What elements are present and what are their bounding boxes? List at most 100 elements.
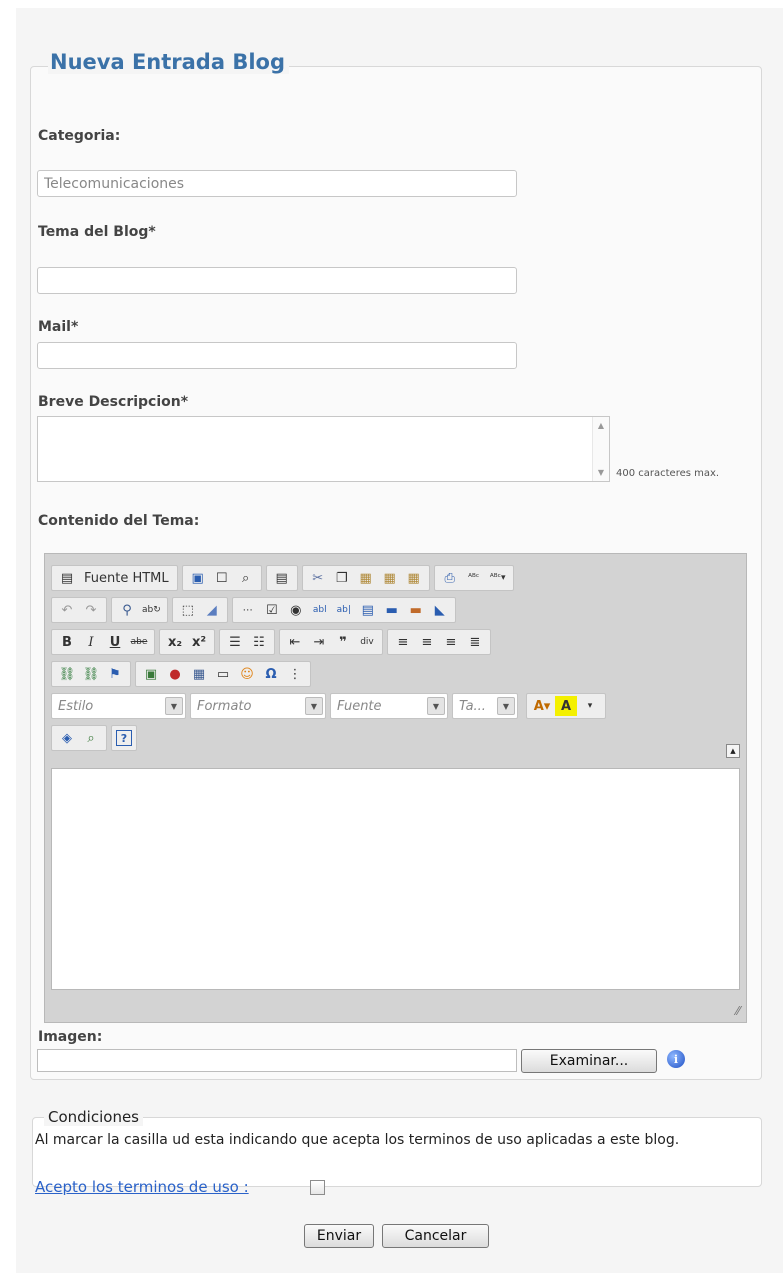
info-icon[interactable]: i — [667, 1050, 685, 1068]
undo-icon[interactable]: ↶ — [56, 600, 78, 620]
align-center-icon[interactable]: ≡ — [416, 632, 438, 652]
source-html-button[interactable]: Fuente HTML — [80, 571, 173, 586]
numbered-list-icon[interactable]: ☰ — [224, 632, 246, 652]
maximize-icon[interactable]: ◈ — [56, 728, 78, 748]
source-group: ▤ Fuente HTML — [51, 565, 178, 591]
tamano-select[interactable]: Ta... ▼ — [452, 693, 518, 719]
unlink-icon[interactable]: ⛓ — [80, 664, 102, 684]
toolbar-row-5: Estilo ▼ Formato ▼ Fuente ▼ Ta... ▼ A▾ A… — [51, 693, 606, 719]
formato-select-label: Formato — [197, 698, 252, 714]
horizontal-rule-icon[interactable]: ▭ — [212, 664, 234, 684]
background-color-icon[interactable]: A — [555, 696, 577, 716]
outdent-icon[interactable]: ⇤ — [284, 632, 306, 652]
cancelar-button[interactable]: Cancelar — [382, 1224, 489, 1248]
tema-field[interactable] — [37, 267, 517, 294]
textfield-icon[interactable]: abl — [309, 600, 331, 620]
text-color-icon[interactable]: A▾ — [531, 696, 553, 716]
align-group: ≡ ≡ ≡ ≣ — [387, 629, 491, 655]
toolbar-row-6: ◈ ⌕ ? — [51, 725, 137, 751]
table-icon[interactable]: ▦ — [188, 664, 210, 684]
hidden-field-icon[interactable]: ◣ — [429, 600, 451, 620]
paste-icon[interactable]: ▦ — [355, 568, 377, 588]
paste-word-icon[interactable]: ▦ — [403, 568, 425, 588]
image-icon[interactable]: ▣ — [140, 664, 162, 684]
templates-icon[interactable]: ▤ — [271, 568, 293, 588]
estilo-select[interactable]: Estilo ▼ — [51, 693, 186, 719]
checkbox-icon[interactable]: ☑ — [261, 600, 283, 620]
underline-icon[interactable]: U — [104, 632, 126, 652]
redo-icon[interactable]: ↷ — [80, 600, 102, 620]
collapse-toolbar-icon[interactable]: ▲ — [726, 744, 740, 758]
imagen-file-input[interactable] — [37, 1049, 517, 1072]
replace-icon[interactable]: ab↻ — [140, 600, 163, 620]
special-char-icon[interactable]: Ω — [260, 664, 282, 684]
new-page-icon[interactable]: ☐ — [211, 568, 233, 588]
accept-terms-checkbox[interactable] — [310, 1180, 325, 1195]
smiley-icon[interactable]: ☺ — [236, 664, 258, 684]
fuente-select[interactable]: Fuente ▼ — [330, 693, 448, 719]
mail-field[interactable] — [37, 342, 517, 369]
enviar-button[interactable]: Enviar — [304, 1224, 374, 1248]
resize-grip-icon[interactable]: ⁄⁄ — [736, 1004, 740, 1018]
save-icon[interactable]: ▣ — [187, 568, 209, 588]
chevron-down-icon: ▼ — [497, 697, 515, 715]
copy-icon[interactable]: ❐ — [331, 568, 353, 588]
form-icon[interactable]: ⋯ — [237, 600, 259, 620]
strike-icon[interactable]: abe — [128, 632, 150, 652]
link-group: ⛓ ⛓ ⚑ — [51, 661, 131, 687]
formato-select[interactable]: Formato ▼ — [190, 693, 326, 719]
print-group: ⎙ ᴬᴮᶜ ᴬᴮᶜ▾ — [433, 565, 514, 591]
basic-styles-group: B I U abe — [51, 629, 155, 655]
about-group: ? — [111, 725, 137, 751]
page-break-icon[interactable]: ⋮ — [284, 664, 306, 684]
italic-icon[interactable]: I — [80, 632, 102, 652]
source-icon: ▤ — [60, 570, 74, 586]
anchor-icon[interactable]: ⚑ — [104, 664, 126, 684]
image-button-icon[interactable]: ▬ — [405, 600, 427, 620]
select-all-icon[interactable]: ⬚ — [177, 600, 199, 620]
categoria-label: Categoria: — [38, 128, 121, 144]
remove-format-icon[interactable]: ◢ — [201, 600, 223, 620]
about-icon[interactable]: ? — [116, 730, 132, 746]
toolbar-row-3: B I U abe x₂ x² ☰ ☷ ⇤ ⇥ ❞ div ≡ ≡ ≡ ≣ — [51, 629, 491, 655]
justify-icon[interactable]: ≣ — [464, 632, 486, 652]
blockquote-icon[interactable]: ❞ — [332, 632, 354, 652]
background-color-dropdown-icon[interactable]: ▾ — [579, 696, 601, 716]
descripcion-char-hint: 400 caracteres max. — [616, 468, 720, 479]
indent-icon[interactable]: ⇥ — [308, 632, 330, 652]
print-icon[interactable]: ⎙ — [439, 568, 461, 588]
select-icon[interactable]: ▤ — [357, 600, 379, 620]
accept-terms-link[interactable]: Acepto los terminos de uso : — [35, 1178, 249, 1196]
condiciones-text: Al marcar la casilla ud esta indicando q… — [35, 1132, 680, 1148]
show-blocks-icon[interactable]: ⌕ — [80, 728, 102, 748]
categoria-field[interactable] — [37, 170, 517, 197]
find-icon[interactable]: ⚲ — [116, 600, 138, 620]
tools-group: ◈ ⌕ — [51, 725, 107, 751]
flash-icon[interactable]: ● — [164, 664, 186, 684]
scroll-down-arrow-icon[interactable]: ▼ — [593, 468, 609, 477]
examinar-button[interactable]: Examinar... — [521, 1049, 657, 1073]
create-div-icon[interactable]: div — [356, 632, 378, 652]
bold-icon[interactable]: B — [56, 632, 78, 652]
tema-label: Tema del Blog* — [38, 224, 156, 240]
preview-icon[interactable]: ⌕ — [235, 568, 257, 588]
scroll-up-arrow-icon[interactable]: ▲ — [593, 421, 609, 430]
spellcheck-icon[interactable]: ᴬᴮᶜ — [463, 568, 485, 588]
button-icon[interactable]: ▬ — [381, 600, 403, 620]
cut-icon[interactable]: ✂ — [307, 568, 329, 588]
bulleted-list-icon[interactable]: ☷ — [248, 632, 270, 652]
align-right-icon[interactable]: ≡ — [440, 632, 462, 652]
superscript-icon[interactable]: x² — [188, 632, 210, 652]
paste-text-icon[interactable]: ▦ — [379, 568, 401, 588]
editor-content-area[interactable] — [51, 768, 740, 990]
align-left-icon[interactable]: ≡ — [392, 632, 414, 652]
chevron-down-icon: ▼ — [165, 697, 183, 715]
subscript-icon[interactable]: x₂ — [164, 632, 186, 652]
spellcheck-as-you-type-icon[interactable]: ᴬᴮᶜ▾ — [487, 568, 509, 588]
textarea-icon[interactable]: ab| — [333, 600, 355, 620]
indent-group: ⇤ ⇥ ❞ div — [279, 629, 383, 655]
link-icon[interactable]: ⛓ — [56, 664, 78, 684]
radio-icon[interactable]: ◉ — [285, 600, 307, 620]
descripcion-textarea[interactable]: ▲ ▼ — [37, 416, 610, 482]
textarea-scrollbar[interactable]: ▲ ▼ — [592, 417, 609, 481]
